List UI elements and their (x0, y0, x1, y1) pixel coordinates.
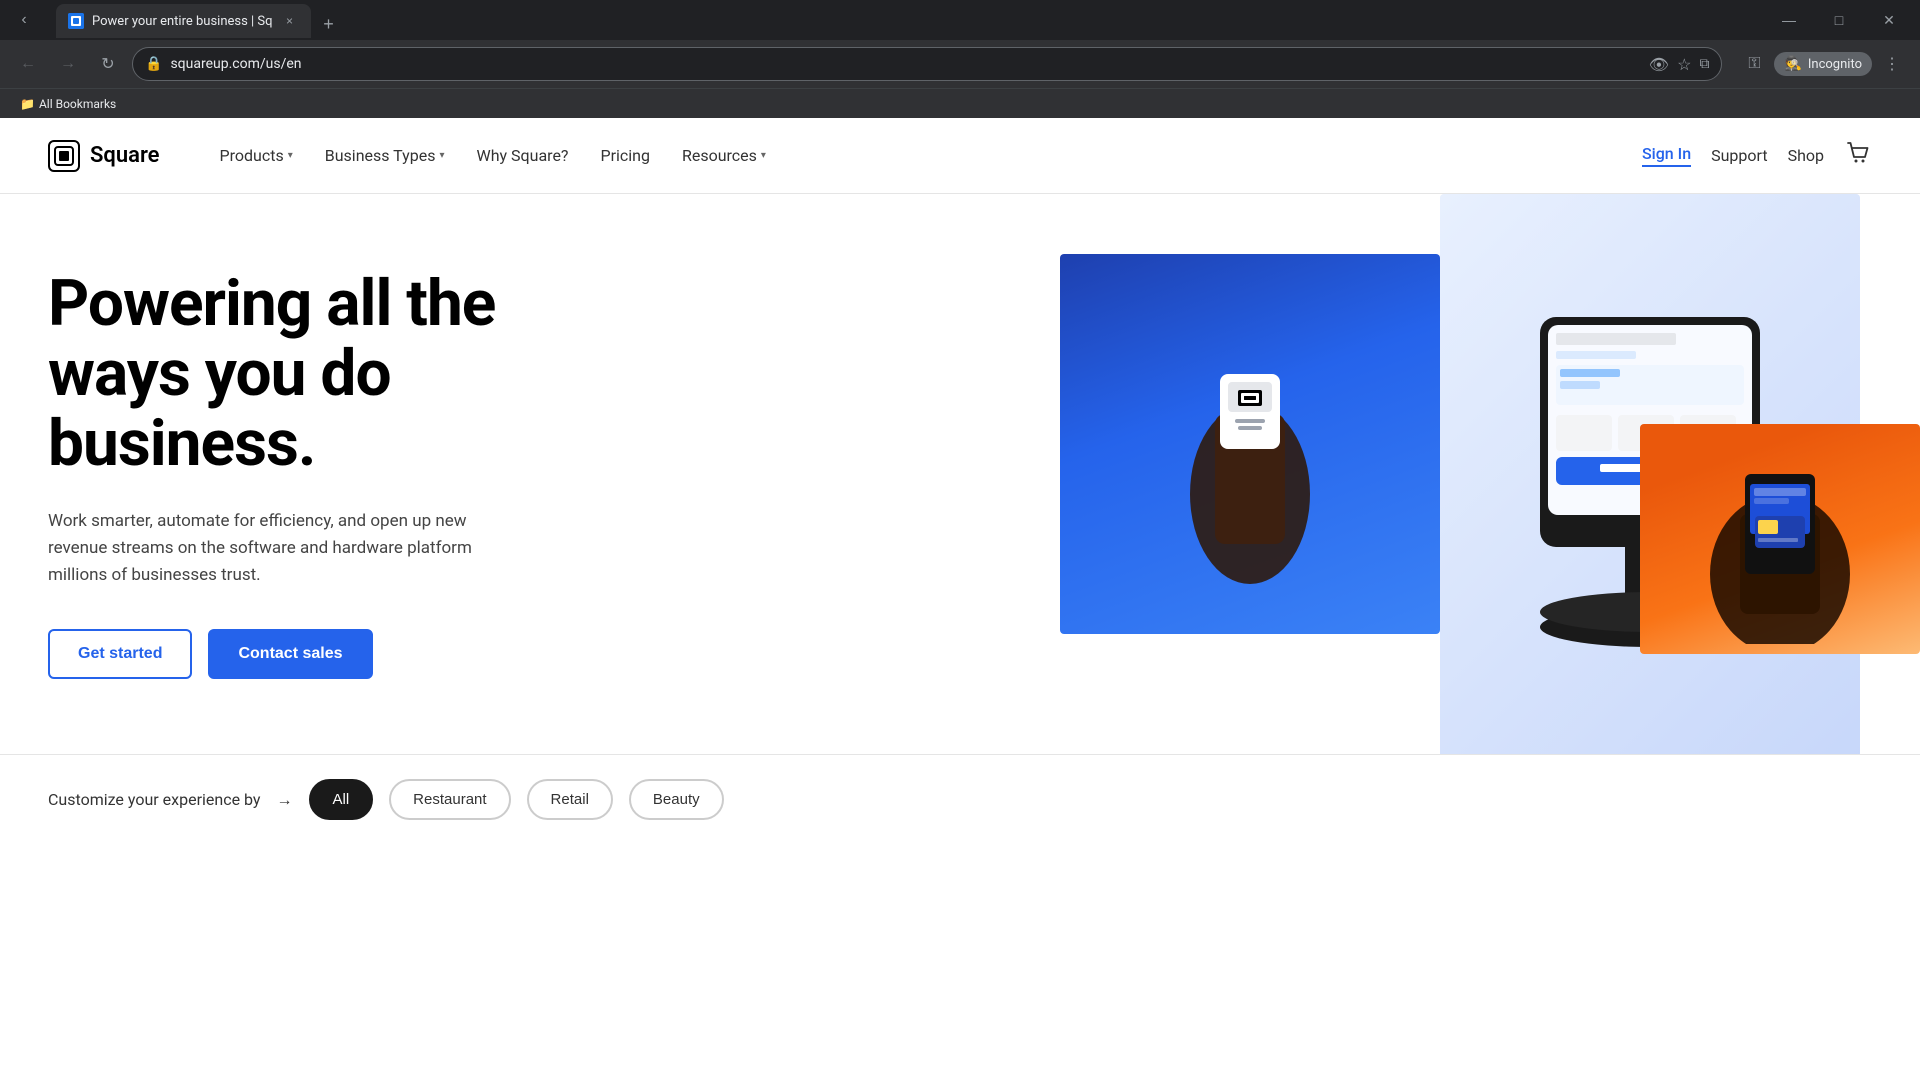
browser-chrome: ‹ Power your entire business | Sq × + — … (0, 0, 1920, 118)
credit-card-bg (1640, 424, 1920, 654)
nav-pricing-label: Pricing (600, 146, 650, 165)
window-controls: — □ ✕ (1766, 4, 1912, 36)
extensions-button[interactable]: ⚿ (1738, 48, 1770, 80)
hero-content: Powering all the ways you do business. W… (48, 269, 568, 680)
bookmarks-bar: 📁 All Bookmarks (0, 88, 1920, 118)
bookmarks-folder[interactable]: 📁 All Bookmarks (12, 93, 124, 115)
nav-right: Sign In Support Shop (1642, 139, 1872, 173)
support-link[interactable]: Support (1711, 146, 1767, 165)
hero-subtitle: Work smarter, automate for efficiency, a… (48, 508, 488, 590)
tab-bar: Power your entire business | Sq × + (48, 2, 343, 38)
filter-beauty-button[interactable]: Beauty (629, 779, 724, 820)
bookmark-star-icon[interactable]: ☆ (1677, 55, 1691, 74)
tab-title: Power your entire business | Sq (92, 14, 273, 29)
filter-all-button[interactable]: All (309, 779, 374, 820)
filter-retail-button[interactable]: Retail (527, 779, 613, 820)
sign-in-link[interactable]: Sign In (1642, 144, 1691, 167)
resources-chevron-icon: ▾ (761, 150, 766, 161)
logo-text: Square (90, 143, 160, 168)
hero-card-reader-image (1060, 254, 1440, 634)
website-content: Square Products ▾ Business Types ▾ Why S… (0, 118, 1920, 844)
products-chevron-icon: ▾ (288, 150, 293, 161)
nav-why-square-label: Why Square? (477, 146, 569, 165)
nav-resources-label: Resources (682, 146, 757, 165)
bookmarks-folder-label: All Bookmarks (39, 97, 116, 111)
nav-item-business-types[interactable]: Business Types ▾ (313, 138, 457, 173)
nav-business-types-label: Business Types (325, 146, 436, 165)
tab-favicon (68, 13, 84, 29)
nav-item-why-square[interactable]: Why Square? (465, 138, 581, 173)
tab-search-icon[interactable]: ⧉ (1699, 56, 1709, 72)
contact-sales-button[interactable]: Contact sales (208, 629, 372, 679)
hero-section: Powering all the ways you do business. W… (0, 194, 1920, 754)
tab-list-prev-button[interactable]: ‹ (8, 4, 40, 36)
incognito-label: Incognito (1808, 57, 1862, 72)
new-tab-button[interactable]: + (315, 10, 343, 38)
card-reader-bg (1060, 254, 1440, 634)
shop-link[interactable]: Shop (1788, 146, 1824, 165)
minimize-button[interactable]: — (1766, 4, 1812, 36)
hero-images (1020, 194, 1920, 754)
card-reader-svg (1120, 294, 1380, 594)
site-nav: Square Products ▾ Business Types ▾ Why S… (0, 118, 1920, 194)
hero-title: Powering all the ways you do business. (48, 269, 528, 480)
logo-icon (48, 140, 80, 172)
logo-link[interactable]: Square (48, 140, 160, 172)
close-window-button[interactable]: ✕ (1866, 4, 1912, 36)
browser-toolbar: ← → ↻ 🔒 squareup.com/us/en 👁 ☆ ⧉ ⚿ 🕵 Inc… (0, 40, 1920, 88)
toolbar-right: ⚿ 🕵 Incognito ⋮ (1738, 48, 1908, 80)
lock-icon: 🔒 (145, 56, 162, 72)
visibility-off-icon: 👁 (1649, 55, 1669, 74)
forward-button[interactable]: → (52, 48, 84, 80)
filter-label: Customize your experience by (48, 790, 261, 809)
nav-links: Products ▾ Business Types ▾ Why Square? … (208, 138, 1642, 173)
filter-restaurant-button[interactable]: Restaurant (389, 779, 510, 820)
hero-buttons: Get started Contact sales (48, 629, 528, 679)
credit-card-svg (1650, 434, 1910, 644)
address-text: squareup.com/us/en (170, 56, 1640, 72)
bookmarks-folder-icon: 📁 (20, 97, 35, 111)
nav-item-resources[interactable]: Resources ▾ (670, 138, 778, 173)
tab-close-button[interactable]: × (281, 12, 299, 30)
filter-bar: Customize your experience by → All Resta… (0, 754, 1920, 844)
nav-item-pricing[interactable]: Pricing (588, 138, 662, 173)
nav-item-products[interactable]: Products ▾ (208, 138, 305, 173)
incognito-badge[interactable]: 🕵 Incognito (1774, 52, 1872, 76)
hero-credit-card-image (1640, 424, 1920, 654)
browser-titlebar: ‹ Power your entire business | Sq × + — … (0, 0, 1920, 40)
back-button[interactable]: ← (12, 48, 44, 80)
active-tab[interactable]: Power your entire business | Sq × (56, 4, 311, 38)
more-menu-button[interactable]: ⋮ (1876, 48, 1908, 80)
nav-products-label: Products (220, 146, 284, 165)
maximize-button[interactable]: □ (1816, 4, 1862, 36)
get-started-button[interactable]: Get started (48, 629, 192, 679)
cart-icon[interactable] (1844, 139, 1872, 173)
filter-arrow-icon: → (277, 790, 293, 810)
refresh-button[interactable]: ↻ (92, 48, 124, 80)
incognito-icon: 🕵 (1784, 56, 1801, 72)
business-types-chevron-icon: ▾ (439, 150, 444, 161)
address-bar[interactable]: 🔒 squareup.com/us/en 👁 ☆ ⧉ (132, 47, 1722, 81)
